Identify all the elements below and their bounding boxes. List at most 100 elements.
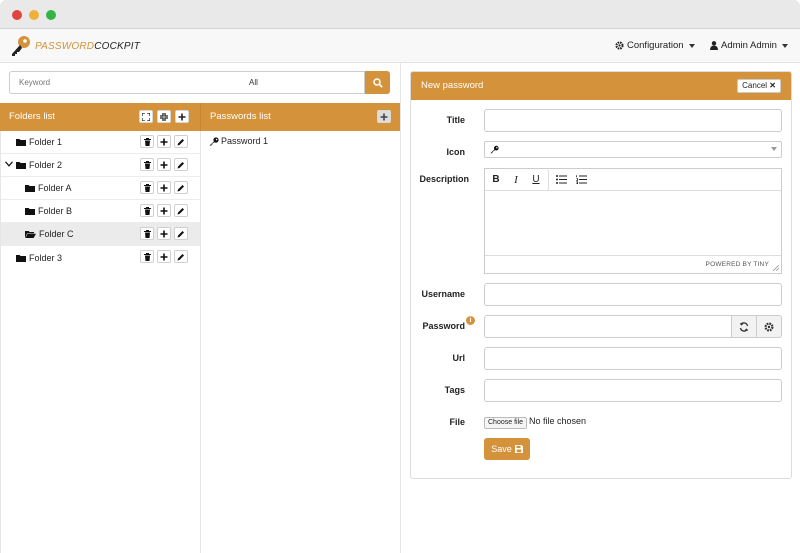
edit-folder-button[interactable]: [174, 135, 188, 148]
user-menu[interactable]: Admin Admin: [710, 40, 788, 51]
expand-icon: [142, 112, 150, 121]
add-password-button[interactable]: [377, 110, 391, 123]
passwords-panel-header: Passwords list: [200, 103, 400, 131]
folder-icon: [25, 185, 35, 192]
plus-icon: [160, 161, 168, 168]
search-scope-select[interactable]: All: [241, 71, 365, 94]
numbered-list-icon[interactable]: [571, 170, 591, 190]
pencil-icon: [177, 207, 184, 214]
choose-file-button[interactable]: Choose file: [484, 417, 528, 429]
folder-icon: [16, 162, 26, 169]
password-settings-button[interactable]: [756, 315, 782, 338]
edit-folder-button[interactable]: [174, 227, 188, 240]
file-label: File: [449, 417, 465, 427]
folder-item-folder-2[interactable]: Folder 2: [1, 154, 200, 177]
underline-icon[interactable]: U: [526, 170, 546, 190]
user-label: Admin Admin: [721, 40, 777, 51]
resize-handle-icon[interactable]: [773, 265, 779, 271]
info-icon[interactable]: i: [466, 316, 475, 325]
generate-password-button[interactable]: [731, 315, 757, 338]
save-label: Save: [491, 444, 512, 454]
plus-icon: [160, 138, 168, 145]
chevron-down-icon: [771, 147, 777, 151]
trash-icon: [143, 137, 151, 146]
add-subfolder-button[interactable]: [157, 158, 171, 171]
folder-label: Folder 1: [29, 137, 63, 147]
search-button[interactable]: [365, 71, 390, 94]
folder-open-icon: [25, 231, 36, 238]
add-subfolder-button[interactable]: [157, 250, 171, 263]
add-subfolder-button[interactable]: [157, 204, 171, 217]
collapse-all-button[interactable]: [157, 110, 171, 123]
floppy-disk-icon: [514, 445, 523, 453]
url-input[interactable]: [484, 347, 782, 370]
folders-panel-title: Folders list: [9, 111, 55, 122]
maximize-window-button[interactable]: [46, 10, 56, 20]
folder-label: Folder B: [38, 206, 73, 216]
new-password-title: New password: [421, 80, 484, 91]
folder-item-folder-1[interactable]: Folder 1: [1, 131, 200, 154]
password-item[interactable]: Password 1: [209, 136, 268, 146]
configuration-menu[interactable]: Configuration: [615, 40, 695, 51]
add-subfolder-button[interactable]: [157, 227, 171, 240]
trash-icon: [143, 206, 151, 215]
bullet-list-icon[interactable]: [551, 170, 571, 190]
cancel-label: Cancel: [742, 81, 768, 90]
title-label: Title: [446, 115, 465, 125]
editor-branding: POWERED BY TINY: [705, 261, 769, 268]
plus-icon: [160, 184, 168, 191]
save-button[interactable]: Save: [484, 438, 530, 460]
folder-icon: [16, 254, 26, 262]
folder-label: Folder 3: [29, 252, 63, 263]
plus-icon: [178, 113, 186, 120]
add-subfolder-button[interactable]: [157, 181, 171, 194]
pencil-icon: [177, 253, 184, 260]
edit-folder-button[interactable]: [174, 181, 188, 194]
delete-folder-button[interactable]: [140, 250, 154, 263]
cancel-button[interactable]: Cancel ✕: [737, 79, 781, 93]
folder-item-folder-b[interactable]: Folder B: [1, 200, 200, 223]
editor-toolbar: B I U: [485, 169, 781, 191]
folder-item-folder-c[interactable]: Folder C: [1, 223, 200, 246]
expand-all-button[interactable]: [139, 110, 153, 123]
delete-folder-button[interactable]: [140, 204, 154, 217]
key-icon: [209, 136, 219, 146]
edit-folder-button[interactable]: [174, 204, 188, 217]
icon-label: Icon: [446, 147, 465, 157]
delete-folder-button[interactable]: [140, 181, 154, 194]
divider: [200, 131, 201, 553]
username-label: Username: [421, 289, 465, 299]
app-logo[interactable]: PASSWORDCOCKPIT: [9, 35, 140, 57]
icon-select[interactable]: [484, 141, 782, 158]
bold-icon[interactable]: B: [486, 170, 506, 190]
delete-folder-button[interactable]: [140, 135, 154, 148]
folder-icon: [16, 139, 26, 146]
delete-folder-button[interactable]: [140, 158, 154, 171]
key-icon: [490, 145, 499, 154]
delete-folder-button[interactable]: [140, 227, 154, 240]
trash-icon: [143, 229, 151, 238]
plus-icon: [380, 113, 388, 120]
edit-folder-button[interactable]: [174, 250, 188, 263]
plus-icon: [160, 230, 168, 237]
folder-item-folder-3[interactable]: Folder 3: [1, 246, 200, 269]
password-input[interactable]: [484, 315, 732, 338]
add-folder-button[interactable]: [175, 110, 189, 123]
compress-icon: [160, 112, 168, 121]
add-subfolder-button[interactable]: [157, 135, 171, 148]
description-editor[interactable]: B I U POWERED BY TINY: [484, 168, 782, 274]
divider: [548, 169, 549, 190]
refresh-icon: [739, 321, 749, 332]
tags-input[interactable]: [484, 379, 782, 402]
edit-folder-button[interactable]: [174, 158, 188, 171]
title-input[interactable]: [484, 109, 782, 132]
username-input[interactable]: [484, 283, 782, 306]
chevron-down-icon[interactable]: [5, 161, 13, 167]
folder-item-folder-a[interactable]: Folder A: [1, 177, 200, 200]
search-input[interactable]: [9, 71, 242, 94]
minimize-window-button[interactable]: [29, 10, 39, 20]
url-label: Url: [452, 353, 465, 363]
italic-icon[interactable]: I: [506, 170, 526, 190]
pencil-icon: [177, 184, 184, 191]
close-window-button[interactable]: [12, 10, 22, 20]
